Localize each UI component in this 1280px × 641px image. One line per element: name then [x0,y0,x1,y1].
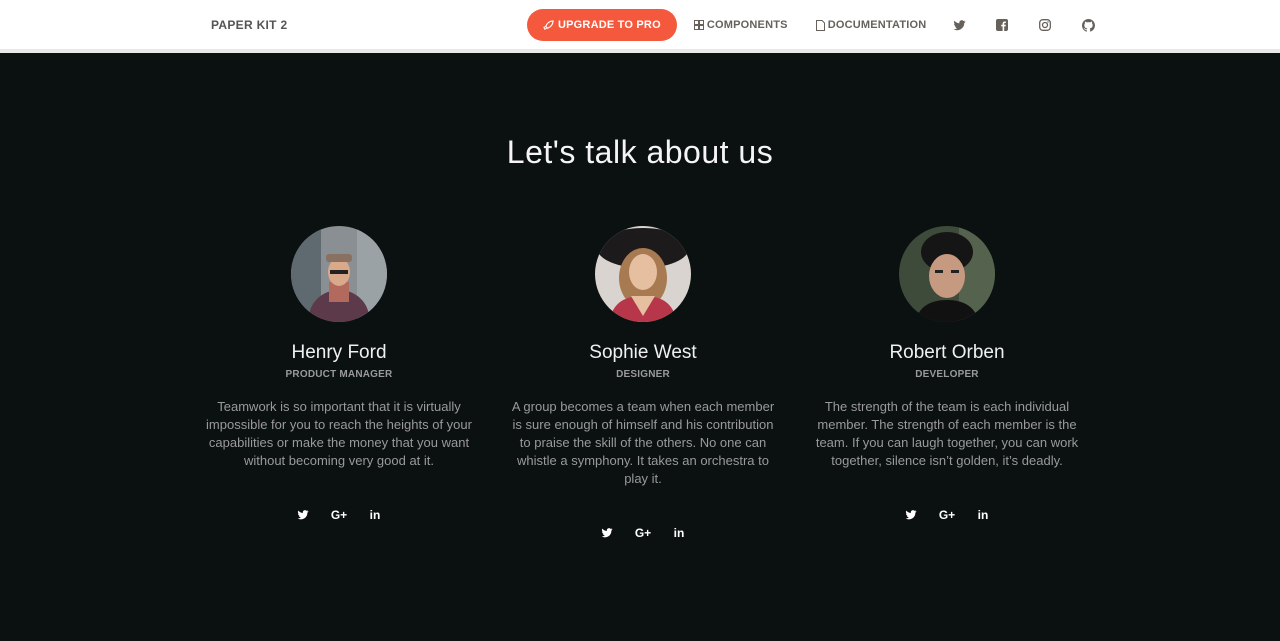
twitter-icon[interactable] [904,508,918,522]
upgrade-to-pro-button[interactable]: UPGRADE TO PRO [527,9,677,41]
member-role: DEVELOPER [915,369,979,380]
linkedin-icon[interactable]: in [672,526,686,540]
member-name: Robert Orben [889,342,1005,363]
team-member-card: Sophie West DESIGNER A group becomes a t… [503,226,783,540]
member-role: PRODUCT MANAGER [285,369,393,380]
team-member-card: Henry Ford PRODUCT MANAGER Teamwork is s… [199,226,479,522]
brand-link[interactable]: PAPER KIT 2 [211,18,287,32]
facebook-icon[interactable] [995,18,1009,32]
twitter-icon[interactable] [600,526,614,540]
rocket-icon [543,19,554,30]
google-plus-icon[interactable]: G+ [939,508,955,522]
avatar [595,226,691,322]
grid-icon [693,20,704,30]
twitter-icon[interactable] [296,508,310,522]
google-plus-icon[interactable]: G+ [635,526,651,540]
instagram-icon[interactable] [1038,18,1052,32]
team-member-card: Robert Orben DEVELOPER The strength of t… [807,226,1087,522]
components-link[interactable]: COMPONENTS [693,19,788,31]
github-icon[interactable] [1081,18,1095,32]
member-socials: G+ in [807,508,1087,522]
avatar [291,226,387,322]
documentation-link[interactable]: DOCUMENTATION [815,19,927,31]
components-label: COMPONENTS [706,19,788,31]
section-title: Let's talk about us [506,134,774,170]
member-name: Henry Ford [291,342,387,363]
linkedin-icon[interactable]: in [976,508,990,522]
member-socials: G+ in [503,526,783,540]
avatar [899,226,995,322]
twitter-icon[interactable] [952,18,966,32]
member-description: A group becomes a team when each member … [511,399,775,486]
nav-right: UPGRADE TO PRO COMPONENTS DOCUMENTATION [527,9,1095,41]
member-socials: G+ in [199,508,479,522]
member-description: Teamwork is so important that it is virt… [206,399,472,468]
member-description: The strength of the team is each individ… [815,399,1079,468]
documentation-label: DOCUMENTATION [827,19,927,31]
google-plus-icon[interactable]: G+ [331,508,347,522]
upgrade-label: UPGRADE TO PRO [558,19,661,31]
navbar: PAPER KIT 2 UPGRADE TO PRO COMPONENTS DO… [0,0,1280,53]
document-icon [815,19,825,31]
member-role: DESIGNER [616,369,670,380]
linkedin-icon[interactable]: in [368,508,382,522]
member-name: Sophie West [589,342,697,363]
